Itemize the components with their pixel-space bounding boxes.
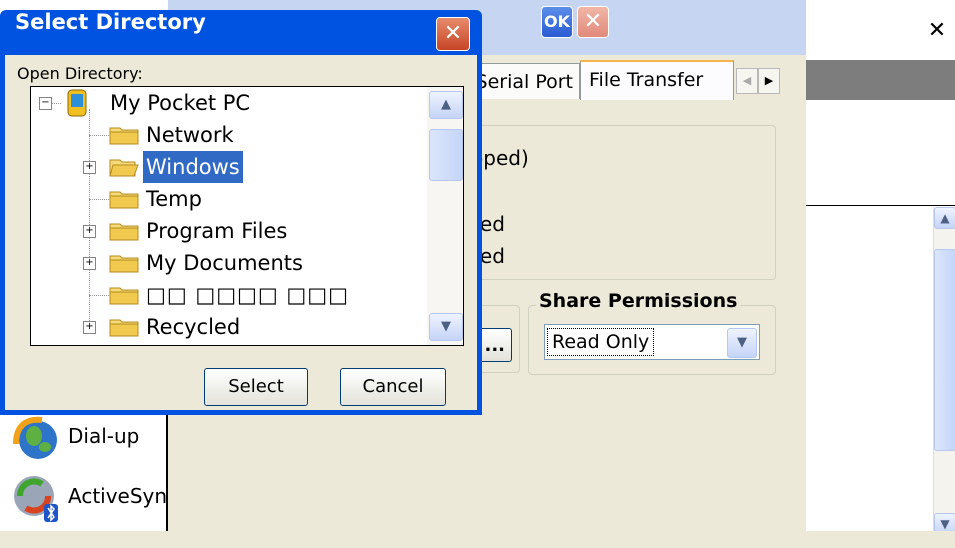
tree-item-label: Network <box>146 123 234 147</box>
tab-file-transfer[interactable]: File Transfer <box>580 60 734 100</box>
folder-open-icon <box>109 157 139 177</box>
expand-icon[interactable]: + <box>83 257 96 270</box>
settings-close-button[interactable]: ✕ <box>577 6 609 38</box>
tree-item-label: Recycled <box>146 315 241 339</box>
list-item-label: Dial-up <box>68 424 140 448</box>
folder-icon <box>109 221 139 241</box>
activesync-bluetooth-icon <box>12 474 58 522</box>
open-directory-label: Open Directory: <box>17 64 143 83</box>
tree-item-my-pocket-pc[interactable]: − My Pocket PC <box>31 87 427 119</box>
tree-item-temp[interactable]: Temp <box>31 183 427 215</box>
tree-connector <box>89 135 109 137</box>
folder-icon <box>109 285 139 305</box>
tree-item-windows[interactable]: + Windows <box>31 151 427 183</box>
share-permissions-select[interactable]: Read Only ▼ <box>544 324 760 360</box>
tab-scroll-arrows[interactable]: ◀ ▶ <box>736 68 780 94</box>
scroll-thumb[interactable] <box>934 249 955 451</box>
dialog-title: Select Directory <box>15 10 206 34</box>
cancel-button[interactable]: Cancel <box>340 368 446 406</box>
tab-right-arrow-icon[interactable]: ▶ <box>758 68 780 94</box>
taskbar-strip <box>0 531 955 548</box>
folder-icon <box>109 317 139 337</box>
dialup-globe-icon <box>12 414 58 460</box>
close-button[interactable]: ✕ <box>436 17 470 51</box>
chevron-down-icon[interactable]: ▼ <box>727 328 757 358</box>
collapse-icon[interactable]: − <box>39 97 52 110</box>
pocket-pc-device-icon <box>65 89 89 117</box>
ok-button[interactable]: OK <box>541 6 573 38</box>
expand-icon[interactable]: + <box>83 321 96 334</box>
tree-item-label: Temp <box>146 187 202 211</box>
tree-item-label: My Documents <box>146 251 303 275</box>
tree-item-label: My Pocket PC <box>110 91 251 115</box>
tree-item-label: Windows <box>143 151 243 183</box>
background-scrollbar[interactable]: ▲ ▼ <box>933 207 955 535</box>
folder-icon <box>109 253 139 273</box>
list-item-activesync[interactable]: ActiveSync <box>0 470 168 530</box>
select-button[interactable]: Select <box>204 368 308 406</box>
list-item-dialup[interactable]: Dial-up <box>0 410 168 470</box>
tree-scrollbar[interactable]: ▲ ▼ <box>427 87 463 345</box>
directory-tree[interactable]: − My Pocket PC Network + Windows Temp + … <box>30 86 464 346</box>
scroll-thumb[interactable] <box>429 129 463 181</box>
tree-item-label: Program Files <box>146 219 288 243</box>
share-permissions-label: Share Permissions <box>536 290 741 312</box>
tree-item-network[interactable]: Network <box>31 119 427 151</box>
scroll-up-icon[interactable]: ▲ <box>934 207 955 229</box>
list-item-label: ActiveSync <box>68 484 168 508</box>
folder-icon <box>109 125 139 145</box>
tree-item-unnamed[interactable]: □□ □□□□ □□□ <box>31 279 427 311</box>
tree-item-my-documents[interactable]: + My Documents <box>31 247 427 279</box>
scroll-up-icon[interactable]: ▲ <box>429 91 463 119</box>
tree-connector <box>89 199 109 201</box>
background-close-button[interactable]: ✕ <box>922 14 952 48</box>
scroll-down-icon[interactable]: ▼ <box>429 313 463 341</box>
expand-icon[interactable]: + <box>83 225 96 238</box>
share-permissions-value: Read Only <box>547 328 655 356</box>
tree-item-recycled[interactable]: + Recycled <box>31 311 427 343</box>
expand-icon[interactable]: + <box>83 161 96 174</box>
tab-left-arrow-icon[interactable]: ◀ <box>736 68 758 94</box>
tree-item-label: □□ □□□□ □□□ <box>146 283 349 307</box>
tree-connector <box>89 295 109 297</box>
tree-item-program-files[interactable]: + Program Files <box>31 215 427 247</box>
folder-icon <box>109 189 139 209</box>
